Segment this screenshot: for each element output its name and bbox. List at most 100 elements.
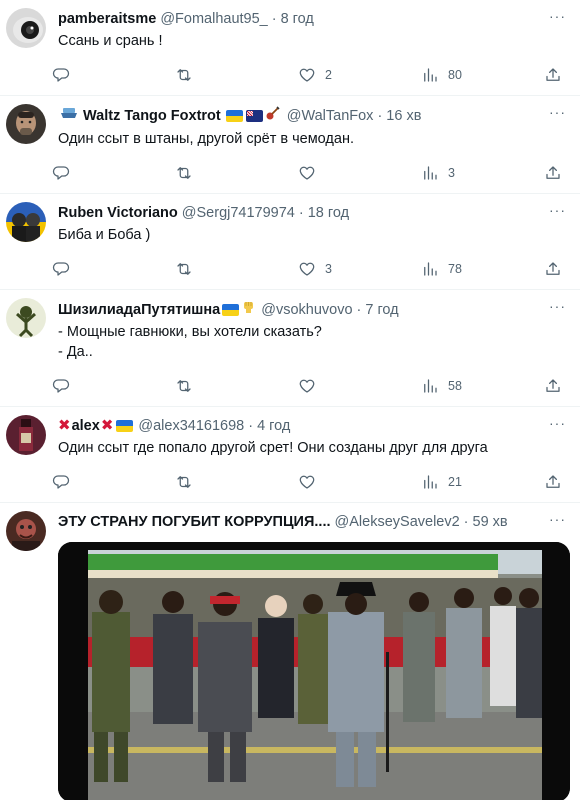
reply-icon (52, 262, 70, 276)
like-button[interactable] (298, 377, 421, 395)
views-button[interactable]: 58 (421, 377, 544, 395)
ukraine-flag-icon (116, 420, 134, 432)
raised-fist-icon (241, 299, 256, 320)
guitar-icon (265, 105, 281, 127)
display-name[interactable]: pamberaitsme (58, 9, 156, 29)
timestamp[interactable]: 16 хв (386, 106, 421, 126)
reply-button[interactable] (52, 260, 175, 278)
user-handle[interactable]: @Fomalhaut95_ (160, 9, 267, 29)
action-bar: 2 80 (52, 55, 560, 95)
timestamp[interactable]: 7 год (365, 300, 398, 320)
share-icon (546, 379, 560, 392)
user-handle[interactable]: @vsokhuvovo (261, 300, 352, 320)
reply-button[interactable] (52, 164, 175, 182)
video-thumbnail[interactable] (58, 542, 570, 800)
tweet-text-line: Биба и Боба ) (58, 227, 151, 243)
heart-icon (299, 68, 315, 82)
views-button[interactable]: 78 (421, 260, 544, 278)
display-name[interactable]: ЭТУ СТРАНУ ПОГУБИТ КОРРУПЦИЯ.... (58, 512, 331, 532)
share-button[interactable] (544, 473, 562, 491)
display-name[interactable]: Ruben Victoriano (58, 203, 178, 223)
more-icon[interactable]: ··· (549, 104, 566, 120)
user-handle[interactable]: @Sergj74179974 (182, 203, 295, 223)
more-icon[interactable]: ··· (549, 415, 566, 431)
share-icon (546, 262, 560, 275)
separator-dot: · (463, 514, 469, 530)
tweet[interactable]: ШизилиадаПутятишна @vsokhuvovo · 7 год -… (0, 290, 580, 407)
analytics-icon (424, 68, 437, 82)
analytics-icon (424, 475, 437, 489)
views-button[interactable]: 21 (421, 473, 544, 491)
timestamp[interactable]: 59 хв (473, 512, 508, 532)
display-name[interactable]: Waltz Tango Foxtrot (83, 106, 221, 126)
reply-button[interactable] (52, 66, 175, 84)
tweet[interactable]: ✖ alex ✖ @alex34161698 · 4 год Один ссыт… (0, 407, 580, 503)
avatar[interactable] (6, 511, 46, 551)
reply-button[interactable] (52, 377, 175, 395)
user-handle[interactable]: @AlekseySavelev2 (335, 512, 460, 532)
timestamp[interactable]: 4 год (257, 416, 290, 436)
heart-icon (299, 475, 315, 489)
retweet-icon (177, 69, 191, 81)
video-frame (58, 542, 570, 800)
avatar[interactable] (6, 104, 46, 144)
tweet-text-line: Один ссыт где попало другой срет! Они со… (58, 440, 488, 456)
like-button[interactable] (298, 473, 421, 491)
avatar[interactable] (6, 8, 46, 48)
separator-dot: · (298, 205, 304, 221)
analytics-icon (424, 166, 437, 180)
analytics-icon (424, 262, 437, 276)
more-icon[interactable]: ··· (549, 298, 566, 314)
more-icon[interactable]: ··· (549, 8, 566, 24)
action-bar: 3 (52, 153, 560, 193)
share-button[interactable] (544, 66, 562, 84)
like-button[interactable]: 3 (298, 260, 421, 278)
retweet-button[interactable] (175, 66, 298, 84)
ukraine-flag-icon (222, 303, 240, 316)
reply-feed: pamberaitsme @Fomalhaut95_ · 8 год Ссань… (0, 0, 580, 800)
tweet-text: Биба и Боба ) (58, 225, 540, 245)
tweet-text: - Мощные гавнюки, вы хотели сказать? - Д… (58, 322, 540, 362)
display-name[interactable]: ШизилиадаПутятишна (58, 300, 220, 320)
separator-dot: · (248, 418, 254, 434)
share-icon (546, 166, 560, 179)
tweet[interactable]: Ruben Victoriano @Sergj74179974 · 18 год… (0, 194, 580, 290)
tweet-text-line: - Да.. (58, 344, 93, 360)
retweet-button[interactable] (175, 473, 298, 491)
reply-icon (52, 475, 70, 489)
display-name[interactable]: alex (72, 416, 100, 436)
timestamp[interactable]: 8 год (281, 9, 314, 29)
tweet[interactable]: pamberaitsme @Fomalhaut95_ · 8 год Ссань… (0, 0, 580, 96)
retweet-button[interactable] (175, 260, 298, 278)
action-bar: 58 (52, 366, 560, 406)
separator-dot: · (271, 11, 277, 27)
retweet-icon (177, 167, 191, 179)
timestamp[interactable]: 18 год (308, 203, 349, 223)
more-icon[interactable]: ··· (549, 511, 566, 527)
action-bar: 21 (52, 462, 560, 502)
user-handle[interactable]: @WalTanFox (287, 106, 374, 126)
retweet-button[interactable] (175, 164, 298, 182)
user-handle[interactable]: @alex34161698 (138, 416, 244, 436)
share-icon (546, 68, 560, 81)
share-button[interactable] (544, 260, 562, 278)
avatar[interactable] (6, 415, 46, 455)
tweet[interactable]: ЭТУ СТРАНУ ПОГУБИТ КОРРУПЦИЯ.... @Alekse… (0, 503, 580, 800)
avatar[interactable] (6, 298, 46, 338)
more-icon[interactable]: ··· (549, 202, 566, 218)
like-button[interactable] (298, 164, 421, 182)
avatar[interactable] (6, 202, 46, 242)
share-button[interactable] (544, 377, 562, 395)
retweet-icon (177, 476, 191, 488)
like-count: 3 (325, 262, 332, 276)
like-button[interactable]: 2 (298, 66, 421, 84)
reply-button[interactable] (52, 473, 175, 491)
tweet-text: Один ссыт в штаны, другой срёт в чемодан… (58, 129, 540, 149)
views-button[interactable]: 3 (421, 164, 544, 182)
heart-icon (299, 262, 315, 276)
tweet[interactable]: Waltz Tango Foxtrot @WalTanFox · 16 хв О… (0, 96, 580, 194)
share-button[interactable] (544, 164, 562, 182)
tweet-text: Ссань и срань ! (58, 31, 540, 51)
retweet-button[interactable] (175, 377, 298, 395)
views-button[interactable]: 80 (421, 66, 544, 84)
